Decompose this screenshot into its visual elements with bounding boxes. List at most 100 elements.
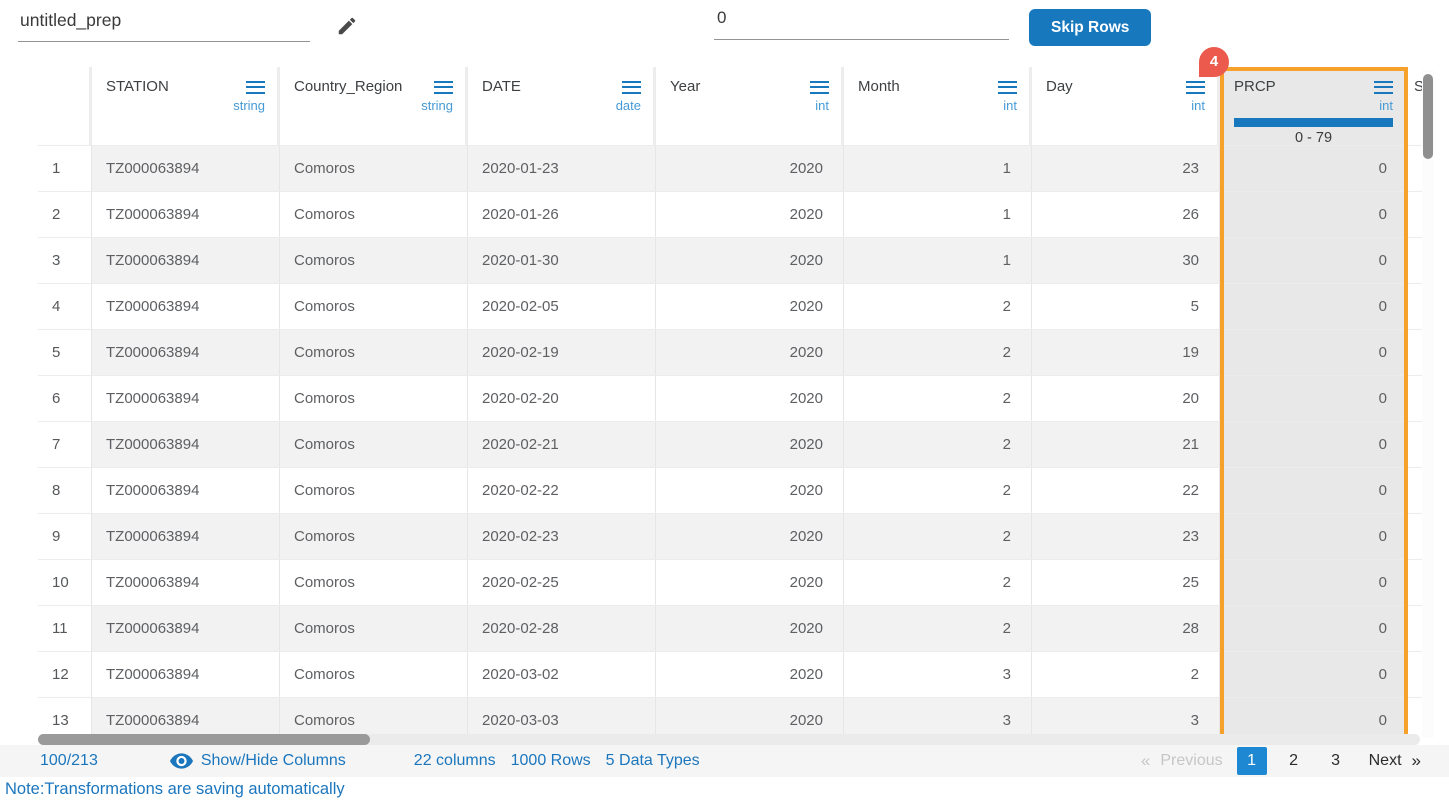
column-type-label: int xyxy=(1046,98,1205,113)
horizontal-scrollbar[interactable] xyxy=(38,734,1420,745)
cell-month: 1 xyxy=(844,192,1032,237)
column-header-DATE[interactable]: DATE date xyxy=(468,67,656,145)
cell-date: 2020-02-21 xyxy=(468,422,656,467)
cell-day: 30 xyxy=(1032,238,1220,283)
column-header-Country_Region[interactable]: Country_Regionstring xyxy=(280,67,468,145)
cell-station: TZ000063894 xyxy=(92,606,280,651)
column-type-label: date xyxy=(482,98,641,113)
edit-pencil-icon[interactable] xyxy=(336,15,358,37)
cell-year: 2020 xyxy=(656,422,844,467)
row-number: 8 xyxy=(38,468,92,513)
cell-year: 2020 xyxy=(656,284,844,329)
cell-date: 2020-02-20 xyxy=(468,376,656,421)
cell-day: 26 xyxy=(1032,192,1220,237)
cell-country: Comoros xyxy=(280,330,468,375)
pagination: « Previous 123 Next » xyxy=(1141,747,1421,775)
cell-month: 3 xyxy=(844,652,1032,697)
next-page-button[interactable]: Next xyxy=(1369,752,1402,770)
cell-month: 2 xyxy=(844,468,1032,513)
cell-year: 2020 xyxy=(656,560,844,605)
cell-month: 2 xyxy=(844,376,1032,421)
table-row: 12TZ000063894Comoros2020-03-022020320 xyxy=(38,651,1428,697)
cell-station: TZ000063894 xyxy=(92,560,280,605)
column-name: Year xyxy=(670,78,700,95)
column-header-Year[interactable]: Year int xyxy=(656,67,844,145)
cell-date: 2020-01-26 xyxy=(468,192,656,237)
skip-rows-button[interactable]: Skip Rows xyxy=(1029,9,1151,46)
cell-date: 2020-02-22 xyxy=(468,468,656,513)
column-menu-icon[interactable] xyxy=(998,86,1017,88)
eye-icon[interactable] xyxy=(170,753,193,769)
cell-year: 2020 xyxy=(656,192,844,237)
page-button-2[interactable]: 2 xyxy=(1279,747,1309,775)
horizontal-scrollbar-thumb[interactable] xyxy=(38,734,370,745)
cell-station: TZ000063894 xyxy=(92,652,280,697)
column-range-label: 0 - 79 xyxy=(1234,130,1393,146)
column-name: DATE xyxy=(482,78,521,95)
cell-day: 22 xyxy=(1032,468,1220,513)
cell-prcp: 0 xyxy=(1220,330,1408,375)
cell-country: Comoros xyxy=(280,560,468,605)
cell-day: 20 xyxy=(1032,376,1220,421)
next-page-arrow[interactable]: » xyxy=(1412,751,1421,771)
cell-country: Comoros xyxy=(280,146,468,191)
cell-prcp: 0 xyxy=(1220,652,1408,697)
cell-country: Comoros xyxy=(280,284,468,329)
table-row: 2TZ000063894Comoros2020-01-2620201260 xyxy=(38,191,1428,237)
cell-country: Comoros xyxy=(280,422,468,467)
cell-date: 2020-02-19 xyxy=(468,330,656,375)
row-number: 12 xyxy=(38,652,92,697)
column-type-label: string xyxy=(294,98,453,113)
row-number: 6 xyxy=(38,376,92,421)
cell-date: 2020-02-25 xyxy=(468,560,656,605)
table-row: 1TZ000063894Comoros2020-01-2320201230 xyxy=(38,145,1428,191)
previous-page-arrow[interactable]: « xyxy=(1141,751,1150,771)
cell-year: 2020 xyxy=(656,238,844,283)
cell-prcp: 0 xyxy=(1220,514,1408,559)
column-header-STATION[interactable]: STATIONstring xyxy=(92,67,280,145)
cell-year: 2020 xyxy=(656,652,844,697)
cell-station: TZ000063894 xyxy=(92,238,280,283)
prep-name-input[interactable] xyxy=(18,10,310,42)
autosave-note: Note:Transformations are saving automati… xyxy=(5,780,345,799)
cell-date: 2020-02-05 xyxy=(468,284,656,329)
page-button-3[interactable]: 3 xyxy=(1321,747,1351,775)
cell-date: 2020-02-28 xyxy=(468,606,656,651)
cell-country: Comoros xyxy=(280,192,468,237)
column-menu-icon[interactable] xyxy=(1186,86,1205,88)
grid-body: 1TZ000063894Comoros2020-01-23202012302TZ… xyxy=(38,145,1428,743)
progress-counter: 100/213 xyxy=(40,752,98,770)
show-hide-columns-button[interactable]: Show/Hide Columns xyxy=(201,752,346,770)
column-header-Month[interactable]: Monthint xyxy=(844,67,1032,145)
cell-year: 2020 xyxy=(656,330,844,375)
column-menu-icon[interactable] xyxy=(246,86,265,88)
cell-day: 25 xyxy=(1032,560,1220,605)
cell-station: TZ000063894 xyxy=(92,192,280,237)
column-header-PRCP[interactable]: PRCPint0 - 79 xyxy=(1220,67,1408,145)
vertical-scrollbar-thumb[interactable] xyxy=(1423,74,1433,159)
column-name: Country_Region xyxy=(294,78,402,95)
table-row: 7TZ000063894Comoros2020-02-2120202210 xyxy=(38,421,1428,467)
column-type-label: int xyxy=(670,98,829,113)
data-types-count-label: 5 Data Types xyxy=(606,752,700,770)
column-menu-icon[interactable] xyxy=(622,86,641,88)
cell-station: TZ000063894 xyxy=(92,468,280,513)
vertical-scrollbar[interactable] xyxy=(1422,70,1434,738)
skip-rows-input[interactable] xyxy=(714,8,1009,40)
cell-country: Comoros xyxy=(280,238,468,283)
column-menu-icon[interactable] xyxy=(434,86,453,88)
column-name: Day xyxy=(1046,78,1073,95)
cell-month: 2 xyxy=(844,330,1032,375)
table-row: 9TZ000063894Comoros2020-02-2320202230 xyxy=(38,513,1428,559)
page-button-1[interactable]: 1 xyxy=(1237,747,1267,775)
column-menu-icon[interactable] xyxy=(810,86,829,88)
cell-month: 2 xyxy=(844,606,1032,651)
rows-count-label: 1000 Rows xyxy=(511,752,591,770)
grid-header-row: STATIONstringCountry_RegionstringDATEdat… xyxy=(38,67,1428,145)
table-row: 6TZ000063894Comoros2020-02-2020202200 xyxy=(38,375,1428,421)
column-menu-icon[interactable] xyxy=(1374,86,1393,88)
previous-page-button[interactable]: Previous xyxy=(1160,752,1222,770)
cell-date: 2020-03-02 xyxy=(468,652,656,697)
column-header-Day[interactable]: Day int xyxy=(1032,67,1220,145)
cell-year: 2020 xyxy=(656,146,844,191)
